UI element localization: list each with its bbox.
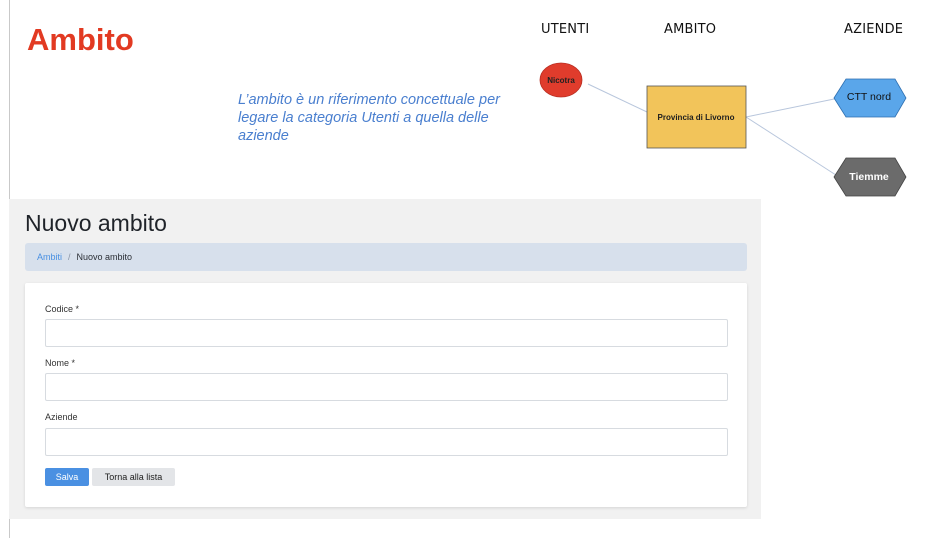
- node-scope-label: Provincia di Livorno: [658, 113, 735, 122]
- back-to-list-button[interactable]: Torna alla lista: [92, 468, 175, 486]
- connector-user-scope: [587, 83, 648, 113]
- breadcrumb-separator: /: [68, 252, 71, 262]
- slide-description: L’ambito è un riferimento concettuale pe…: [238, 92, 500, 144]
- slide-title: Ambito: [27, 22, 134, 57]
- node-company-2: Tiemme: [833, 157, 907, 197]
- node-company-1: CTT nord: [833, 78, 907, 118]
- nome-label: Nome *: [45, 358, 76, 368]
- connector-scope-company-1: [745, 97, 840, 118]
- page-title: Nuovo ambito: [25, 210, 167, 236]
- breadcrumb: Ambiti / Nuovo ambito: [25, 243, 747, 271]
- new-ambito-form: Codice * Nome * Aziende Salva Torna alla…: [25, 283, 747, 507]
- connector-scope-company-2: [745, 116, 840, 178]
- aziende-input[interactable]: [45, 428, 728, 456]
- node-company-2-label: Tiemme: [849, 171, 889, 183]
- app-screenshot-panel: Nuovo ambito Ambiti / Nuovo ambito Codic…: [9, 199, 761, 519]
- nome-input[interactable]: [45, 373, 728, 401]
- column-header-utenti: UTENTI: [541, 22, 590, 37]
- node-user: Nicotra: [539, 62, 583, 98]
- node-company-1-label: CTT nord: [847, 91, 891, 103]
- breadcrumb-link-ambiti[interactable]: Ambiti: [37, 252, 62, 262]
- save-button[interactable]: Salva: [45, 468, 89, 486]
- aziende-label: Aziende: [45, 412, 78, 422]
- codice-label: Codice *: [45, 304, 80, 314]
- node-scope: Provincia di Livorno: [646, 85, 747, 149]
- codice-input[interactable]: [45, 319, 728, 347]
- column-header-aziende: AZIENDE: [844, 22, 904, 37]
- node-user-label: Nicotra: [547, 76, 575, 85]
- column-header-ambito: AMBITO: [664, 22, 717, 37]
- breadcrumb-current: Nuovo ambito: [76, 252, 133, 262]
